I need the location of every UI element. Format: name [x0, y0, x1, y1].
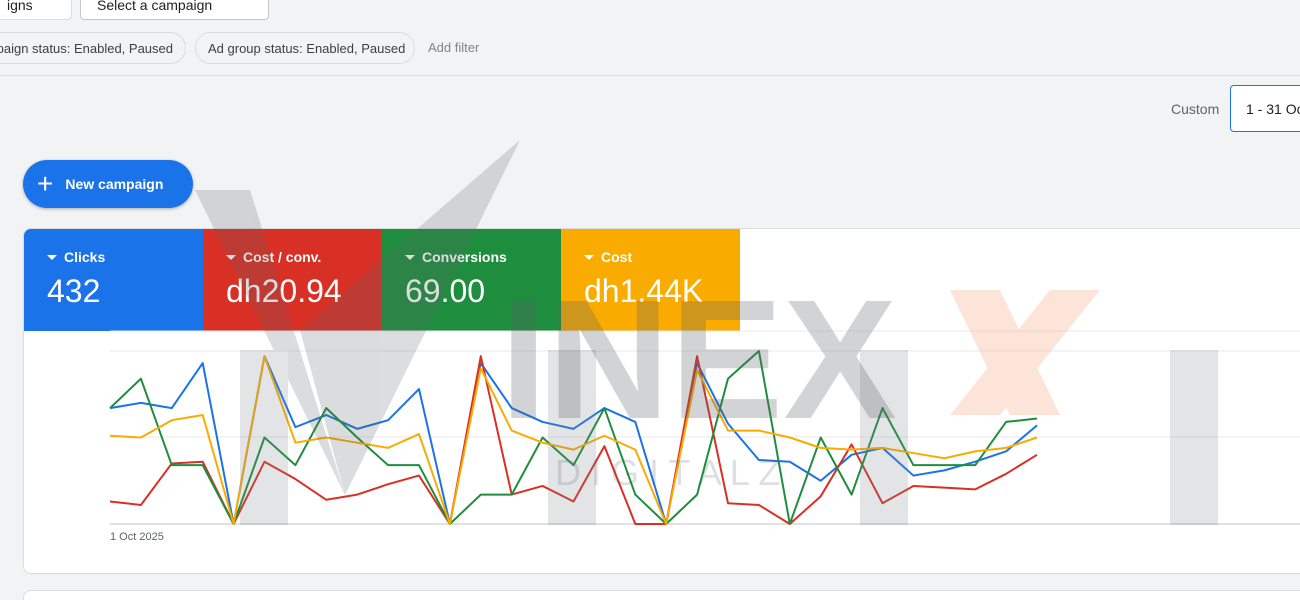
add-filter-button[interactable]: Add filter	[428, 40, 479, 55]
plus-icon: +	[37, 168, 54, 199]
ad-group-status-filter-chip[interactable]: Ad group status: Enabled, Paused	[195, 32, 415, 64]
performance-line-chart	[109, 330, 1300, 525]
campaign-selector[interactable]: Select a campaign	[80, 0, 269, 20]
tab-campaigns[interactable]: igns	[0, 0, 72, 20]
header-divider	[0, 75, 1300, 76]
new-campaign-button[interactable]: + New campaign	[23, 160, 193, 208]
date-range-picker[interactable]: 1 - 31 Oct	[1230, 85, 1300, 132]
tab-campaigns-label: igns	[7, 0, 33, 13]
lower-panel	[23, 590, 1300, 600]
campaign-status-filter-label: paign status: Enabled, Paused	[0, 40, 173, 56]
performance-chart-card: Clicks 432 Cost / conv. dh20.94 Conversi…	[23, 228, 1300, 574]
campaign-selector-label: Select a campaign	[97, 0, 213, 13]
campaign-status-filter-chip[interactable]: paign status: Enabled, Paused	[0, 32, 186, 64]
series-line-3	[109, 355, 1038, 525]
date-range-preset-label: Custom	[1171, 101, 1220, 117]
x-axis-start-label: 1 Oct 2025	[110, 531, 164, 543]
ad-group-status-filter-label: Ad group status: Enabled, Paused	[208, 40, 406, 56]
new-campaign-label: New campaign	[65, 176, 164, 192]
date-range-value: 1 - 31 Oct	[1246, 100, 1300, 117]
